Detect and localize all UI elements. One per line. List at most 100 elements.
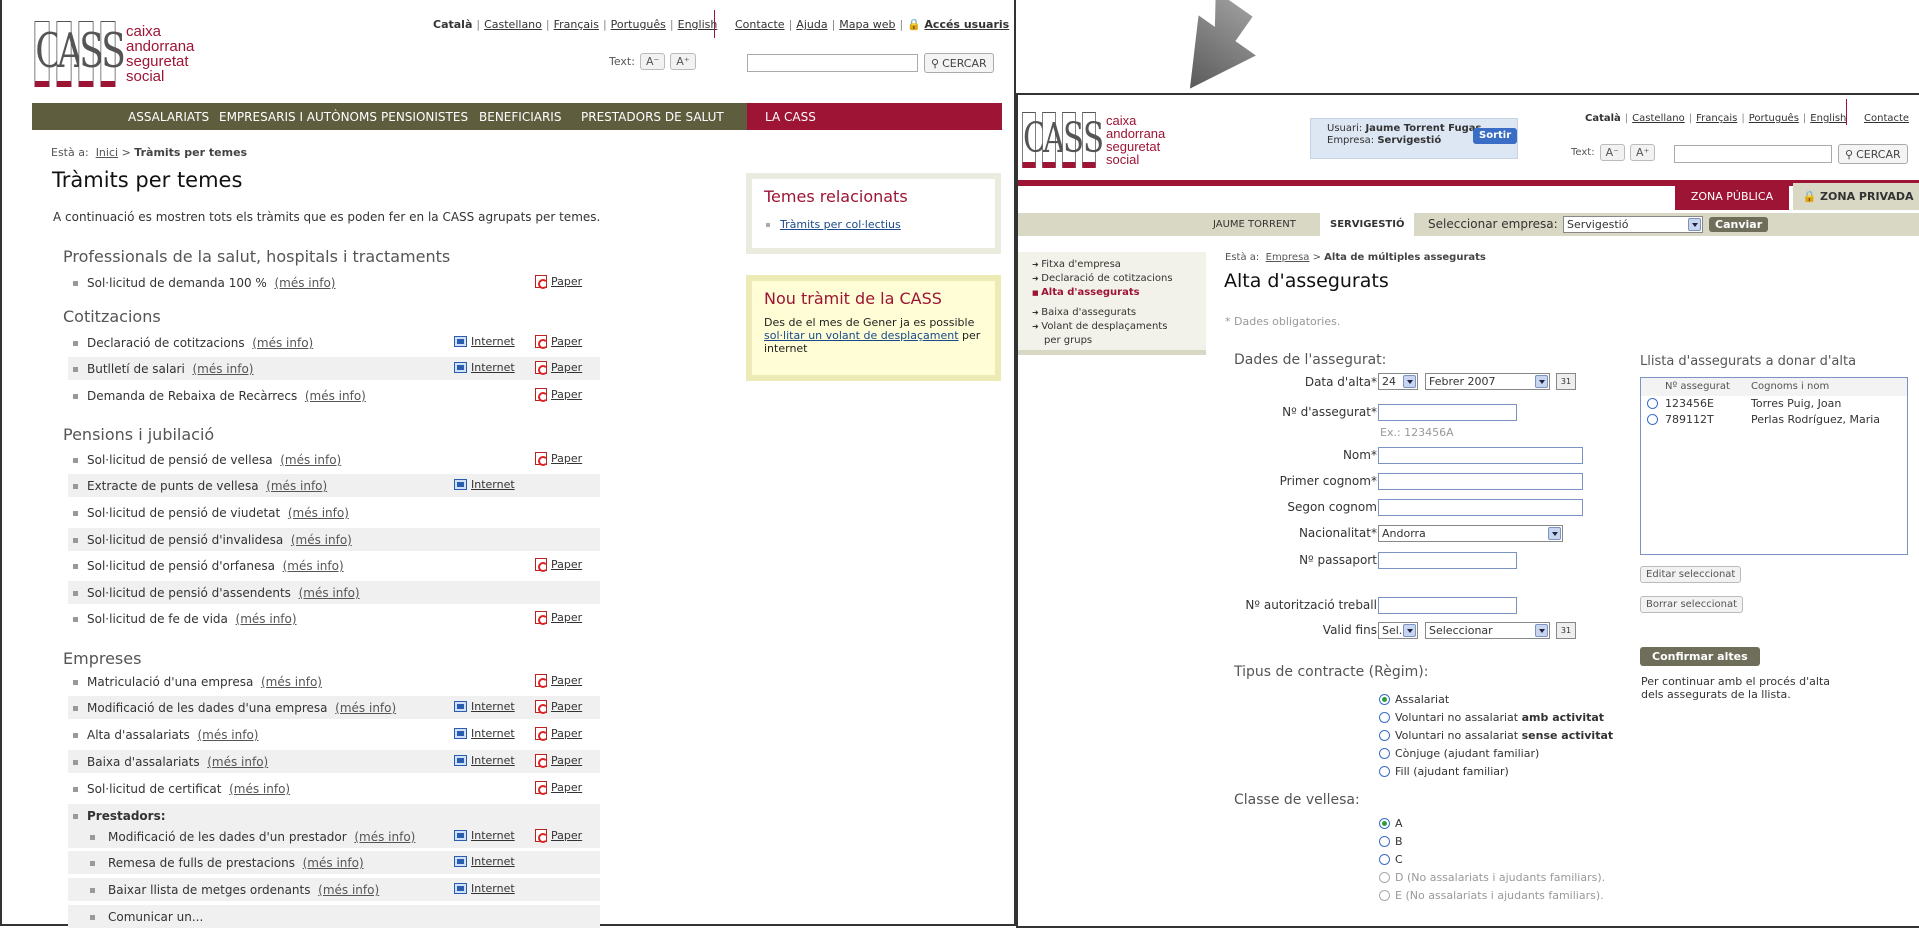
mes-info-link[interactable]: (més info) xyxy=(252,336,313,350)
passaport-input[interactable] xyxy=(1378,552,1517,569)
classe-radio[interactable]: C xyxy=(1379,853,1403,866)
alta-month-select[interactable]: Febrer 2007 xyxy=(1425,373,1550,390)
paper-link[interactable]: Paper xyxy=(535,754,582,768)
search-input[interactable] xyxy=(747,54,918,72)
zona-publica-tab[interactable]: ZONA PÚBLICA xyxy=(1675,183,1789,210)
lang-es[interactable]: Castellano xyxy=(484,18,542,31)
lang-fr[interactable]: Français xyxy=(554,18,599,31)
paper-link[interactable]: Paper xyxy=(535,361,582,375)
text-larger-button[interactable]: A⁺ xyxy=(670,53,696,70)
lang-ca[interactable]: Català xyxy=(433,18,472,31)
mes-info-link[interactable]: (més info) xyxy=(192,362,253,376)
breadcrumb-home[interactable]: Inici xyxy=(96,146,118,159)
table-row[interactable]: 123456E Torres Puig, Joan xyxy=(1641,396,1907,412)
mes-info-link[interactable]: (més info) xyxy=(299,586,360,600)
lnav-fitxa[interactable]: Fitxa d'empresa xyxy=(1032,258,1206,272)
nav-prestadors[interactable]: PRESTADORS DE SALUT xyxy=(581,110,724,124)
mes-info-link[interactable]: (més info) xyxy=(280,453,341,467)
lang-en[interactable]: English xyxy=(1810,113,1846,124)
alta-day-select[interactable]: 24 xyxy=(1378,373,1418,390)
classe-radio[interactable]: E (No assalariats i ajudants familiars). xyxy=(1379,889,1604,902)
regim-radio[interactable]: Cònjuge (ajudant familiar) xyxy=(1379,747,1539,760)
search-input[interactable] xyxy=(1674,145,1832,163)
lang-es[interactable]: Castellano xyxy=(1632,113,1685,124)
mes-info-link[interactable]: (més info) xyxy=(354,830,415,844)
internet-link[interactable]: Internet xyxy=(454,754,515,767)
paper-link[interactable]: Paper xyxy=(535,674,582,688)
paper-link[interactable]: Paper xyxy=(535,611,582,625)
internet-link[interactable]: Internet xyxy=(454,700,515,713)
mes-info-link[interactable]: (més info) xyxy=(291,533,352,547)
volant-link[interactable]: sol·litar un volant de desplaçament xyxy=(764,329,959,342)
nav-beneficiaris[interactable]: BENEFICIARIS xyxy=(479,110,561,124)
mes-info-link[interactable]: (més info) xyxy=(266,479,327,493)
classe-radio[interactable]: B xyxy=(1379,835,1403,848)
regim-radio[interactable]: Voluntari no assalariat sense activitat xyxy=(1379,729,1613,742)
primer-cognom-input[interactable] xyxy=(1378,473,1583,490)
lang-en[interactable]: English xyxy=(678,18,718,31)
internet-link[interactable]: Internet xyxy=(454,727,515,740)
delete-selected-button[interactable]: Borrar seleccionat xyxy=(1640,596,1744,613)
lnav-baixa[interactable]: Baixa d'assegurats xyxy=(1032,306,1206,320)
nom-input[interactable] xyxy=(1378,447,1583,464)
valid-day-select[interactable]: Sel. xyxy=(1378,622,1418,639)
text-smaller-button[interactable]: A⁻ xyxy=(1599,144,1625,161)
nav-pensionistes[interactable]: PENSIONISTES xyxy=(381,110,468,124)
valid-month-select[interactable]: Seleccionar xyxy=(1425,622,1550,639)
internet-link[interactable]: Internet xyxy=(454,882,515,895)
subnav-company[interactable]: SERVIGESTIÓ xyxy=(1320,213,1415,236)
mapa-web-link[interactable]: Mapa web xyxy=(839,18,895,31)
internet-link[interactable]: Internet xyxy=(454,478,515,491)
paper-link[interactable]: Paper xyxy=(535,700,582,714)
breadcrumb-empresa[interactable]: Empresa xyxy=(1266,252,1310,263)
cass-logo[interactable]: C A S S caixa andorrana seguretat social xyxy=(32,21,194,87)
search-button[interactable]: ⚲ CERCAR xyxy=(924,53,994,73)
internet-link[interactable]: Internet xyxy=(454,855,515,868)
nav-la-cass[interactable]: LA CASS xyxy=(765,110,816,124)
subnav-user[interactable]: JAUME TORRENT xyxy=(1203,213,1306,236)
paper-link[interactable]: Paper xyxy=(535,829,582,843)
table-row[interactable]: 789112T Perlas Rodríguez, Maria xyxy=(1641,412,1907,428)
paper-link[interactable]: Paper xyxy=(535,781,582,795)
paper-link[interactable]: Paper xyxy=(535,388,582,402)
zona-privada-tab[interactable]: 🔒 ZONA PRIVADA xyxy=(1793,183,1919,210)
paper-link[interactable]: Paper xyxy=(535,727,582,741)
internet-link[interactable]: Internet xyxy=(454,335,515,348)
search-button[interactable]: ⚲ CERCAR xyxy=(1838,144,1908,164)
segon-cognom-input[interactable] xyxy=(1378,499,1583,516)
contacte-link[interactable]: Contacte xyxy=(735,18,785,31)
paper-link[interactable]: Paper xyxy=(535,452,582,466)
mes-info-link[interactable]: (més info) xyxy=(229,782,290,796)
classe-radio[interactable]: D (No assalariats i ajudants familiars). xyxy=(1379,871,1605,884)
lnav-volant[interactable]: Volant de desplaçaments xyxy=(1032,320,1206,334)
classe-radio[interactable]: A xyxy=(1379,817,1403,830)
mes-info-link[interactable]: (més info) xyxy=(335,701,396,715)
mes-info-link[interactable]: (més info) xyxy=(236,612,297,626)
contacte-link[interactable]: Contacte xyxy=(1864,113,1909,124)
lang-fr[interactable]: Français xyxy=(1696,113,1737,124)
paper-link[interactable]: Paper xyxy=(535,275,582,289)
text-smaller-button[interactable]: A⁻ xyxy=(639,53,666,70)
lang-pt[interactable]: Português xyxy=(611,18,666,31)
related-link[interactable]: Tràmits per col·lectius xyxy=(780,218,901,231)
paper-link[interactable]: Paper xyxy=(535,335,582,349)
calendar-icon[interactable]: 31 xyxy=(1556,373,1576,390)
mes-info-link[interactable]: (més info) xyxy=(207,755,268,769)
nav-assalariats[interactable]: ASSALARIATS xyxy=(128,110,209,124)
edit-selected-button[interactable]: Editar seleccionat xyxy=(1640,566,1742,583)
nav-empresaris[interactable]: EMPRESARIS I AUTÒNOMS xyxy=(219,110,377,124)
mes-info-link[interactable]: (més info) xyxy=(318,883,379,897)
autoritzacio-input[interactable] xyxy=(1378,597,1517,614)
acces-usuaris-link[interactable]: Accés usuaris xyxy=(924,18,1009,31)
calendar-icon[interactable]: 31 xyxy=(1556,622,1576,639)
canviar-button[interactable]: Canviar xyxy=(1709,217,1769,232)
ajuda-link[interactable]: Ajuda xyxy=(796,18,827,31)
text-larger-button[interactable]: A⁺ xyxy=(1629,144,1656,161)
num-assegurat-input[interactable] xyxy=(1378,404,1517,421)
lang-ca[interactable]: Català xyxy=(1585,113,1621,124)
mes-info-link[interactable]: (més info) xyxy=(283,559,344,573)
mes-info-link[interactable]: (més info) xyxy=(197,728,258,742)
regim-radio[interactable]: Assalariat xyxy=(1379,693,1449,706)
mes-info-link[interactable]: (més info) xyxy=(305,389,366,403)
lnav-alta[interactable]: Alta d'assegurats xyxy=(1032,286,1206,300)
